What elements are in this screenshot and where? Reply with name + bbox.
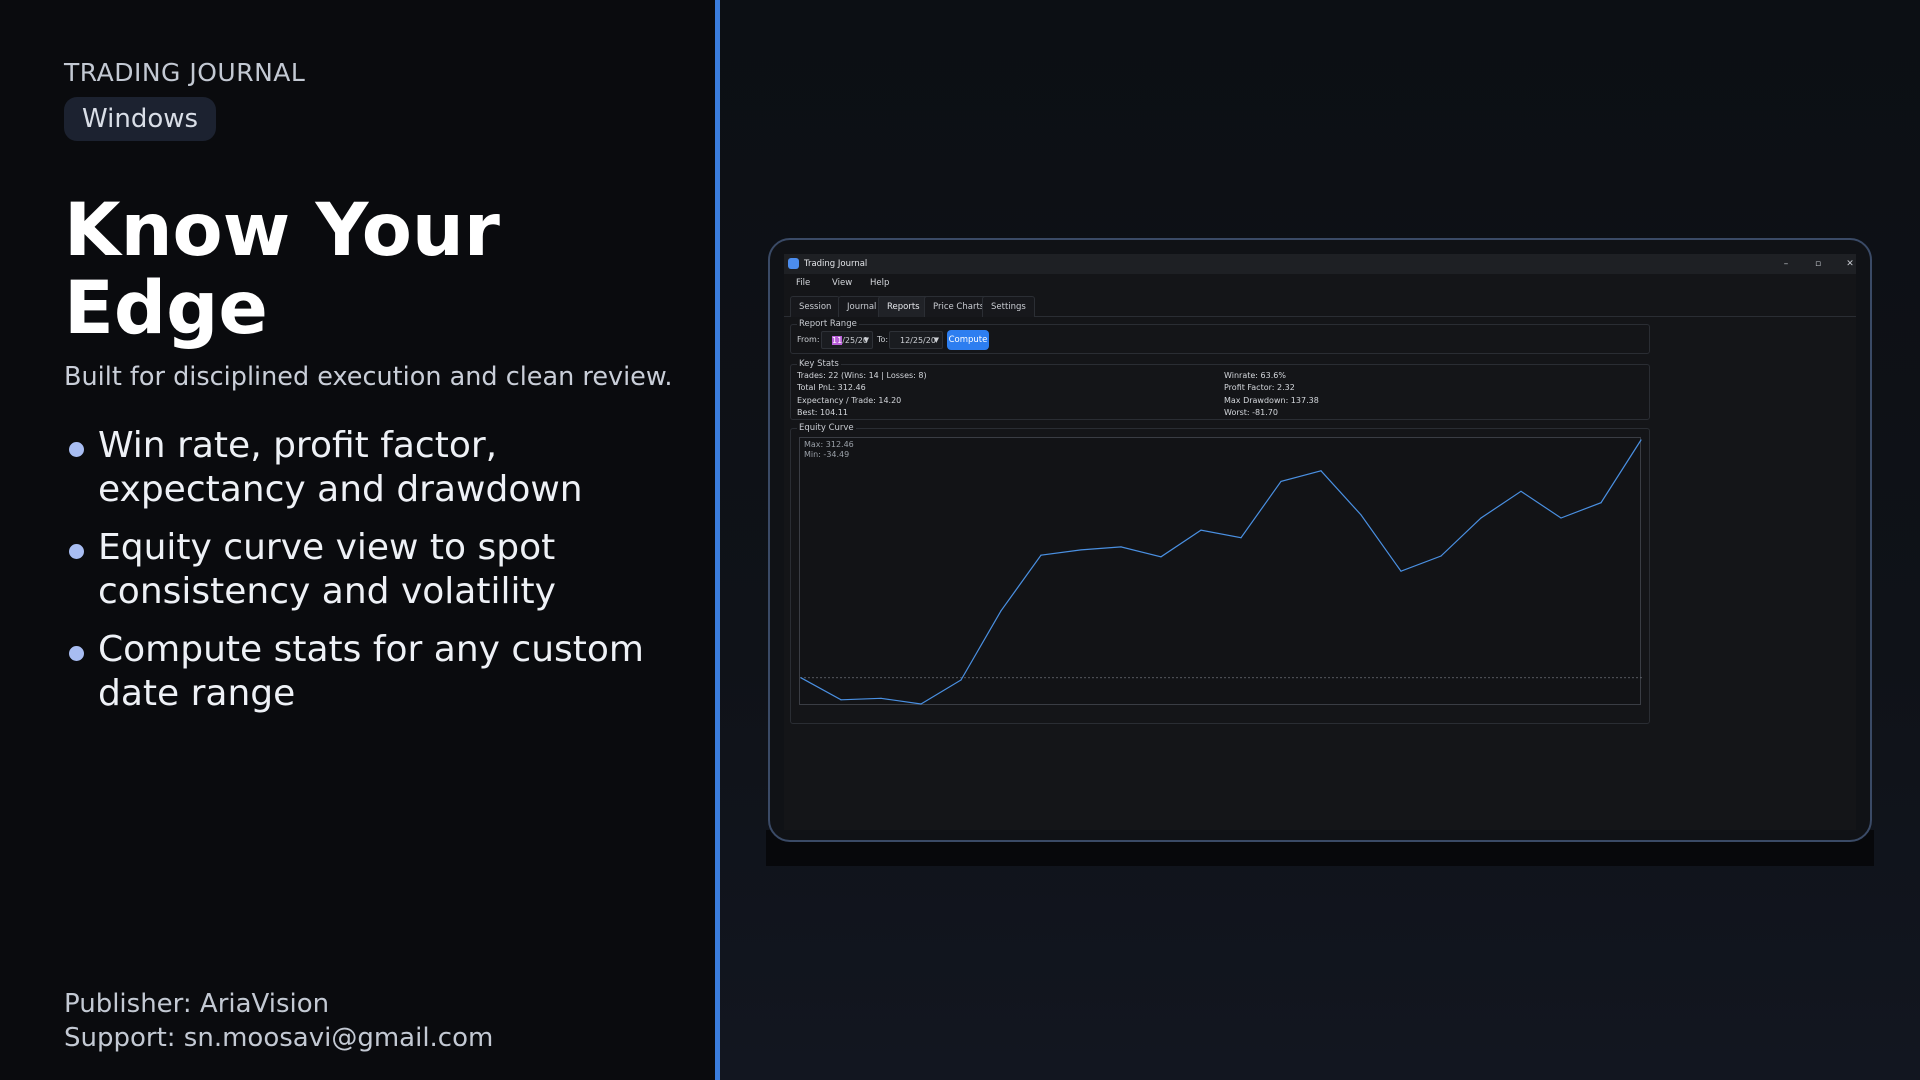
- equity-point: [1600, 502, 1602, 504]
- bullet-icon: [69, 442, 84, 457]
- menu-bar: File View Help: [784, 274, 1856, 292]
- equity-point: [1200, 529, 1202, 531]
- from-label: From:: [797, 335, 820, 344]
- equity-point: [1520, 490, 1522, 492]
- equity-point: [1640, 439, 1642, 441]
- equity-point: [1040, 554, 1042, 556]
- equity-point: [1320, 470, 1322, 472]
- from-date-picker[interactable]: 11/25/20 ▼: [821, 331, 873, 349]
- chart-max-label: Max: 312.46: [804, 440, 854, 449]
- window-title: Trading Journal: [804, 259, 868, 269]
- equity-point: [1000, 610, 1002, 612]
- feature-item: Compute stats for any custom date range: [64, 628, 704, 716]
- from-date-value: 11/25/20: [832, 336, 868, 345]
- to-date-value: 12/25/20: [900, 336, 936, 345]
- report-range-group: Report Range From: 11/25/20 ▼ To: 12/25/…: [790, 319, 1650, 354]
- chevron-down-icon[interactable]: ▼: [864, 336, 869, 344]
- stat-best: Best: 104.11: [797, 408, 848, 417]
- stat-profit-factor: Profit Factor: 2.32: [1224, 383, 1295, 392]
- menu-view[interactable]: View: [832, 278, 852, 288]
- equity-point: [1360, 514, 1362, 516]
- equity-point: [1440, 555, 1442, 557]
- tab-settings[interactable]: Settings: [982, 296, 1035, 317]
- app-logo-icon: [788, 258, 799, 269]
- equity-point: [800, 677, 802, 679]
- platform-badge: Windows: [64, 97, 217, 141]
- minimize-icon[interactable]: –: [1776, 257, 1796, 271]
- equity-point: [1240, 537, 1242, 539]
- tab-reports[interactable]: Reports: [878, 296, 929, 317]
- equity-point: [840, 699, 842, 701]
- compute-button[interactable]: Compute: [947, 330, 989, 350]
- equity-curve-group: Equity Curve Max: 312.46 Min: -34.49: [790, 423, 1650, 724]
- equity-point: [1560, 517, 1562, 519]
- to-label: To:: [877, 335, 889, 344]
- menu-help[interactable]: Help: [870, 278, 889, 288]
- close-icon[interactable]: ✕: [1840, 257, 1860, 271]
- equity-curve-label: Equity Curve: [797, 423, 856, 433]
- equity-point: [960, 679, 962, 681]
- app-window: Trading Journal – ▫ ✕ File View Help Ses…: [784, 254, 1856, 830]
- stat-total-pnl: Total PnL: 312.46: [797, 383, 866, 392]
- from-date-selected-segment: 11: [832, 336, 843, 345]
- stat-expectancy: Expectancy / Trade: 14.20: [797, 396, 902, 405]
- stat-max-drawdown: Max Drawdown: 137.38: [1224, 396, 1319, 405]
- equity-curve-chart: Max: 312.46 Min: -34.49: [799, 437, 1642, 705]
- equity-point: [1400, 570, 1402, 572]
- stat-worst: Worst: -81.70: [1224, 408, 1278, 417]
- footer: Publisher: AriaVision Support: sn.moosav…: [64, 987, 493, 1055]
- tab-bar: Session Journal Reports Price Charts Set…: [784, 296, 1856, 317]
- to-date-picker[interactable]: 12/25/20 ▼: [889, 331, 943, 349]
- feature-item: Equity curve view to spot consistency an…: [64, 526, 704, 614]
- subheadline: Built for disciplined execution and clea…: [64, 362, 673, 392]
- publisher-text: Publisher: AriaVision: [64, 989, 330, 1019]
- key-stats-group: Key Stats Trades: 22 (Wins: 14 | Losses:…: [790, 359, 1650, 420]
- equity-point: [1280, 480, 1282, 483]
- maximize-icon[interactable]: ▫: [1808, 257, 1828, 271]
- equity-curve-svg: [800, 439, 1642, 705]
- tab-session[interactable]: Session: [790, 296, 841, 317]
- support-text: Support: sn.moosavi@gmail.com: [64, 1023, 494, 1053]
- stat-trades: Trades: 22 (Wins: 14 | Losses: 8): [797, 371, 927, 380]
- stat-winrate: Winrate: 63.6%: [1224, 371, 1286, 380]
- bullet-icon: [69, 646, 84, 661]
- equity-point: [1080, 549, 1082, 551]
- chevron-down-icon[interactable]: ▼: [934, 336, 939, 344]
- equity-point: [1120, 546, 1122, 548]
- promo-panel: TRADING JOURNAL Windows Know Your Edge B…: [0, 0, 715, 1080]
- equity-series-line: [800, 439, 1642, 705]
- title-bar: Trading Journal – ▫ ✕: [784, 254, 1856, 274]
- feature-item: Win rate, profit factor, expectancy and …: [64, 424, 704, 512]
- equity-point: [880, 697, 882, 699]
- feature-text: Win rate, profit factor, expectancy and …: [98, 425, 583, 510]
- feature-list: Win rate, profit factor, expectancy and …: [64, 424, 704, 730]
- feature-text: Equity curve view to spot consistency an…: [98, 527, 556, 612]
- key-stats-label: Key Stats: [797, 359, 841, 369]
- equity-point: [1480, 517, 1482, 519]
- chart-min-label: Min: -34.49: [804, 450, 850, 459]
- feature-text: Compute stats for any custom date range: [98, 629, 644, 714]
- menu-file[interactable]: File: [796, 278, 810, 288]
- report-range-label: Report Range: [797, 319, 859, 329]
- equity-point: [920, 703, 922, 705]
- headline: Know Your Edge: [64, 188, 500, 351]
- equity-point: [1160, 556, 1162, 558]
- device-frame: Trading Journal – ▫ ✕ File View Help Ses…: [768, 238, 1872, 842]
- product-eyebrow: TRADING JOURNAL: [64, 58, 306, 87]
- bullet-icon: [69, 544, 84, 559]
